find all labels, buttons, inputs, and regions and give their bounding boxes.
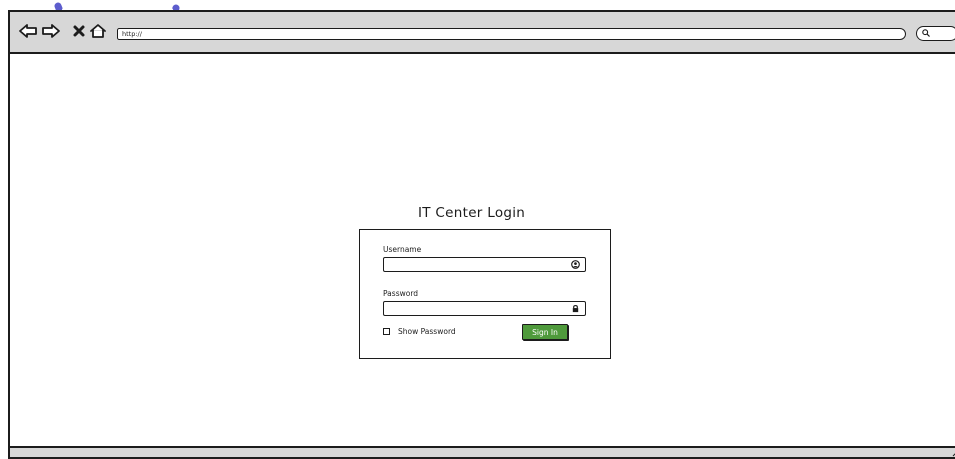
arrow-right-icon[interactable]: [41, 21, 61, 41]
url-bar[interactable]: http://: [117, 28, 906, 40]
browser-toolbar: http://: [10, 12, 955, 54]
search-icon: [922, 29, 930, 37]
password-label: Password: [383, 289, 419, 298]
lock-icon: [572, 304, 579, 313]
close-icon[interactable]: [69, 21, 89, 41]
user-icon: [571, 260, 580, 269]
url-text: http://: [122, 30, 142, 38]
username-field[interactable]: [383, 257, 586, 272]
show-password-label[interactable]: Show Password: [398, 327, 456, 336]
username-label: Username: [383, 245, 422, 254]
login-title: IT Center Login: [418, 205, 526, 221]
show-password-checkbox[interactable]: [383, 328, 390, 335]
sign-in-button[interactable]: Sign In: [522, 324, 568, 340]
arrow-left-icon[interactable]: [18, 21, 38, 41]
password-field[interactable]: [383, 301, 586, 316]
home-icon[interactable]: [88, 21, 108, 41]
search-button[interactable]: [916, 26, 955, 41]
browser-statusbar: [10, 446, 955, 457]
